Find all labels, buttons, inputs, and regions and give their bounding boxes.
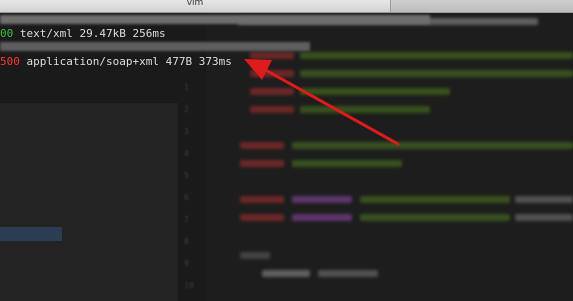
annotation-arrow xyxy=(244,59,400,146)
